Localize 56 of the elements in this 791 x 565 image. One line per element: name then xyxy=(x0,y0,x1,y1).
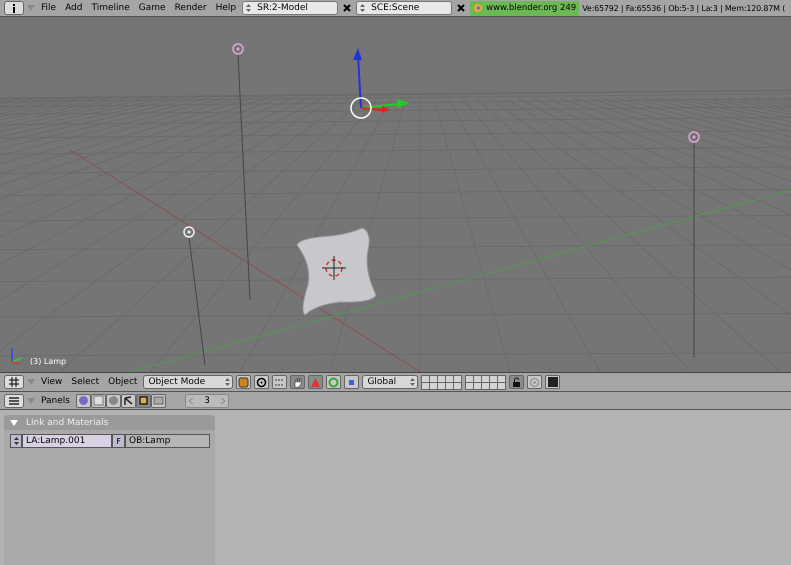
snap-icon[interactable] xyxy=(272,375,288,390)
expanded-triangle-icon[interactable] xyxy=(10,418,18,426)
transform-gizmo-icon[interactable] xyxy=(350,48,410,119)
grid-icon[interactable] xyxy=(4,375,24,390)
fake-user-button[interactable]: F xyxy=(112,434,125,448)
menu-item[interactable]: Select xyxy=(68,377,102,388)
scene-tab[interactable] xyxy=(150,394,166,408)
3d-cursor-icon xyxy=(322,256,346,281)
panels-editor-icon[interactable] xyxy=(4,394,24,408)
close-icon[interactable] xyxy=(457,4,466,12)
panel-title: Link and Materials xyxy=(26,418,108,428)
hand-manipulator-icon[interactable] xyxy=(290,375,306,390)
active-object-label: (3) Lamp xyxy=(30,357,66,366)
up-down-arrows-icon xyxy=(360,4,366,12)
screen-selector[interactable]: SR:2-Model xyxy=(242,1,338,16)
lamp-icon[interactable] xyxy=(232,43,250,301)
lamp-icon[interactable] xyxy=(183,226,206,366)
editing-tab[interactable] xyxy=(136,394,151,408)
up-down-arrows-icon xyxy=(410,378,416,386)
up-down-arrows-icon xyxy=(246,4,252,12)
lock-icon[interactable] xyxy=(509,375,524,390)
menu-item[interactable]: Game xyxy=(136,3,169,14)
layer-buttons[interactable] xyxy=(421,374,462,390)
mode-dropdown[interactable]: Object Mode xyxy=(143,375,234,390)
layer-buttons[interactable] xyxy=(465,374,506,390)
render-icon[interactable] xyxy=(545,375,560,390)
rotate-manipulator-icon[interactable] xyxy=(326,375,342,390)
menu-item[interactable]: Help xyxy=(212,3,240,14)
cube-icon[interactable] xyxy=(236,375,252,390)
orientation-dropdown[interactable]: Global xyxy=(362,375,418,390)
browse-button[interactable] xyxy=(10,434,22,448)
info-editor-icon[interactable] xyxy=(4,1,24,16)
lamp-datablock-field[interactable]: LA:Lamp.001 xyxy=(22,434,112,448)
script-tab[interactable] xyxy=(90,394,106,408)
version-link[interactable]: www.blender.org 249 xyxy=(470,0,580,16)
logic-tab[interactable] xyxy=(76,394,91,408)
axis-indicator-icon xyxy=(11,348,22,365)
up-down-arrows-icon xyxy=(225,378,230,386)
close-icon[interactable] xyxy=(343,4,352,12)
menu-item[interactable]: Render xyxy=(172,3,210,14)
pillow-mesh-drawing[interactable] xyxy=(296,228,376,316)
menu-item[interactable]: Timeline xyxy=(88,3,133,14)
scene-selector[interactable]: SCE:Scene xyxy=(356,1,452,16)
lamp-icon[interactable] xyxy=(688,131,700,359)
menu-item[interactable]: View xyxy=(38,377,66,388)
object-tab[interactable] xyxy=(120,394,136,408)
menu-item[interactable]: Object xyxy=(105,377,140,388)
object-field[interactable]: OB:Lamp xyxy=(125,434,210,448)
menu-item[interactable]: Add xyxy=(62,3,86,14)
pivot-icon[interactable] xyxy=(254,375,270,390)
scene-stats: Ve:65792 | Fa:65536 | Ob:5-3 | La:3 | Mem:120.87M ( xyxy=(582,4,786,13)
logo-icon xyxy=(473,3,484,14)
scale-manipulator-icon[interactable] xyxy=(344,375,360,390)
up-down-arrows-icon xyxy=(14,437,18,445)
panels-label: Panels xyxy=(40,396,71,406)
menu-item[interactable]: File xyxy=(38,3,60,14)
